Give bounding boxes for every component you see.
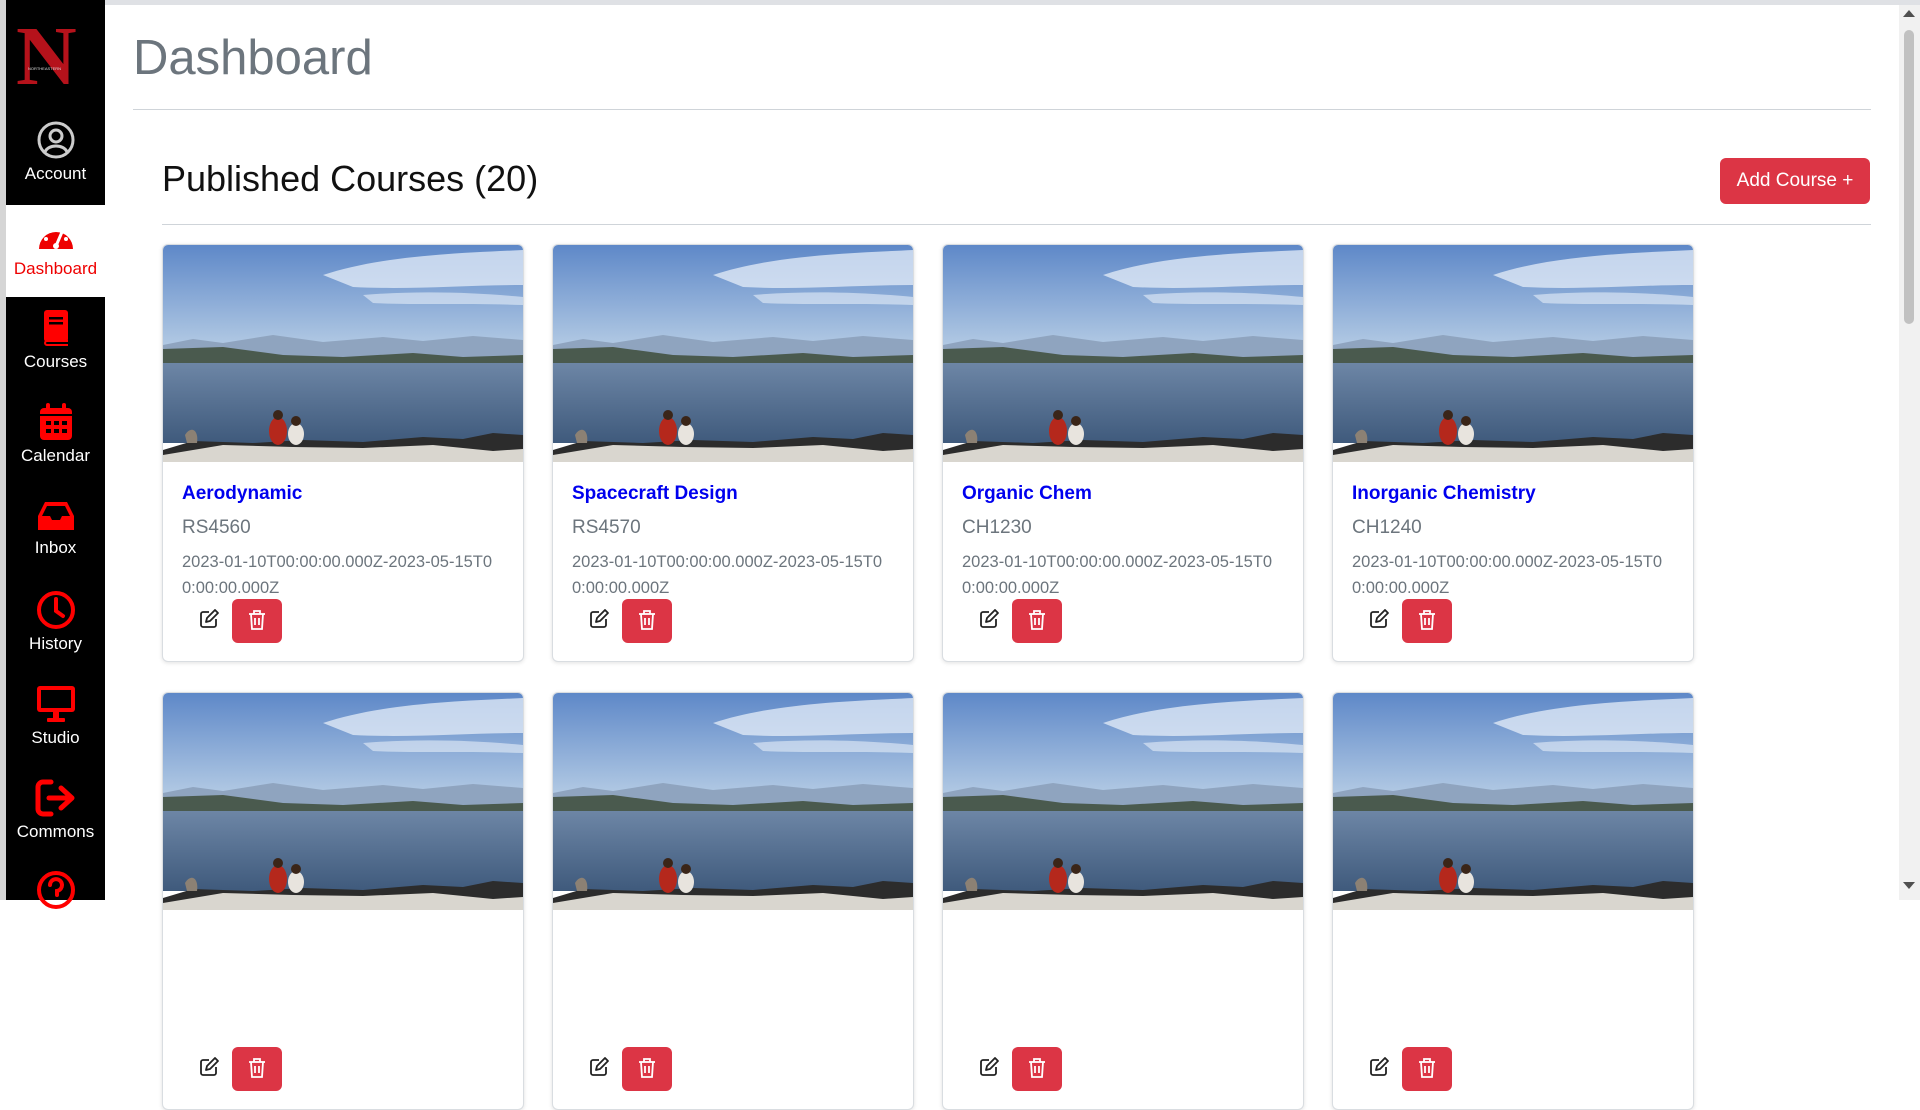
sidebar-item-history[interactable]: History bbox=[6, 590, 105, 654]
course-image bbox=[163, 245, 523, 462]
trash-icon bbox=[1029, 1057, 1045, 1078]
course-card[interactable] bbox=[162, 692, 524, 1110]
calendar-icon bbox=[39, 403, 72, 440]
svg-text:N: N bbox=[16, 20, 77, 90]
course-image bbox=[163, 693, 523, 910]
trash-icon bbox=[639, 1057, 655, 1078]
course-card[interactable] bbox=[942, 692, 1304, 1110]
pencil-edit-icon bbox=[1370, 608, 1389, 628]
inbox-tray-icon bbox=[37, 502, 74, 530]
pencil-edit-icon bbox=[200, 608, 219, 628]
course-image bbox=[943, 245, 1303, 462]
speedometer-icon bbox=[38, 229, 73, 249]
divider bbox=[162, 224, 1871, 225]
pencil-edit-icon bbox=[980, 1056, 999, 1076]
sidebar-item-inbox[interactable]: Inbox bbox=[6, 498, 105, 558]
course-dates: 2023-01-10T00:00:00.000Z-2023-05-15T00:0… bbox=[182, 553, 493, 597]
trash-icon bbox=[1029, 609, 1045, 630]
delete-course-button[interactable] bbox=[1402, 1047, 1452, 1091]
delete-course-button[interactable] bbox=[232, 1047, 282, 1091]
sidebar-item-label: History bbox=[29, 634, 82, 653]
sidebar-item-label: Courses bbox=[23, 352, 88, 371]
sidebar-item-courses[interactable]: Courses bbox=[6, 308, 105, 372]
edit-course-button[interactable] bbox=[969, 600, 1009, 640]
edit-course-button[interactable] bbox=[1359, 600, 1399, 640]
delete-course-button[interactable] bbox=[622, 599, 672, 643]
trash-icon bbox=[1419, 609, 1435, 630]
course-code: CH1240 bbox=[1352, 517, 1422, 538]
sidebar-item-label: Dashboard bbox=[13, 259, 98, 278]
course-image bbox=[553, 693, 913, 910]
course-title-link[interactable]: Inorganic Chemistry bbox=[1352, 483, 1536, 505]
clock-icon bbox=[36, 591, 75, 629]
sidebar-item-dashboard[interactable]: Dashboard bbox=[6, 205, 105, 297]
edit-course-button[interactable] bbox=[1359, 1048, 1399, 1088]
pencil-edit-icon bbox=[1370, 1056, 1389, 1076]
delete-course-button[interactable] bbox=[232, 599, 282, 643]
course-code: RS4570 bbox=[572, 517, 641, 538]
pencil-edit-icon bbox=[590, 608, 609, 628]
course-title-link[interactable]: Organic Chem bbox=[962, 483, 1092, 505]
course-code: RS4560 bbox=[182, 517, 251, 538]
pencil-edit-icon bbox=[590, 1056, 609, 1076]
sidebar-item-label: Commons bbox=[16, 822, 95, 841]
edit-course-button[interactable] bbox=[189, 1048, 229, 1088]
course-card[interactable]: Aerodynamic RS4560 2023-01-10T00:00:00.0… bbox=[162, 244, 524, 662]
course-card[interactable]: Organic Chem CH1230 2023-01-10T00:00:00.… bbox=[942, 244, 1304, 662]
window-top-strip bbox=[0, 0, 1920, 5]
trash-icon bbox=[249, 1057, 265, 1078]
sidebar-item-commons[interactable]: Commons bbox=[6, 778, 105, 842]
add-course-button[interactable]: Add Course + bbox=[1720, 158, 1870, 204]
delete-course-button[interactable] bbox=[1402, 599, 1452, 643]
user-circle-icon bbox=[37, 121, 74, 159]
divider bbox=[133, 109, 1871, 110]
section-title: Published Courses (20) bbox=[162, 158, 539, 199]
course-image bbox=[553, 245, 913, 462]
course-card[interactable] bbox=[1332, 692, 1694, 1110]
scrollbar-thumb[interactable] bbox=[1904, 30, 1914, 324]
monitor-icon bbox=[36, 686, 75, 722]
trash-icon bbox=[1419, 1057, 1435, 1078]
pencil-edit-icon bbox=[980, 608, 999, 628]
trash-icon bbox=[639, 609, 655, 630]
course-card[interactable]: Inorganic Chemistry CH1240 2023-01-10T00… bbox=[1332, 244, 1694, 662]
course-card[interactable]: Spacecraft Design RS4570 2023-01-10T00:0… bbox=[552, 244, 914, 662]
help-circle-icon[interactable] bbox=[36, 870, 76, 910]
edit-course-button[interactable] bbox=[189, 600, 229, 640]
course-card[interactable] bbox=[552, 692, 914, 1110]
sidebar-item-label: Account bbox=[24, 164, 87, 183]
course-title-link[interactable]: Spacecraft Design bbox=[572, 483, 738, 505]
edit-course-button[interactable] bbox=[579, 1048, 619, 1088]
sidebar-item-studio[interactable]: Studio bbox=[6, 684, 105, 748]
book-icon bbox=[43, 310, 68, 346]
trash-icon bbox=[249, 609, 265, 630]
course-title-link[interactable]: Aerodynamic bbox=[182, 483, 302, 505]
sidebar-item-label: Calendar bbox=[21, 446, 90, 465]
sidebar-item-label: Studio bbox=[31, 728, 80, 747]
course-dates: 2023-01-10T00:00:00.000Z-2023-05-15T00:0… bbox=[572, 553, 883, 597]
sign-out-arrow-icon bbox=[35, 779, 74, 817]
edit-course-button[interactable] bbox=[969, 1048, 1009, 1088]
course-dates: 2023-01-10T00:00:00.000Z-2023-05-15T00:0… bbox=[962, 553, 1273, 597]
course-image bbox=[1333, 245, 1693, 462]
course-image bbox=[1333, 693, 1693, 910]
sidebar-item-account[interactable]: Account bbox=[6, 120, 105, 184]
svg-text:NORTHEASTERN: NORTHEASTERN bbox=[28, 66, 61, 71]
delete-course-button[interactable] bbox=[1012, 599, 1062, 643]
sidebar-nav: N NORTHEASTERN Account Dashboard Courses bbox=[0, 0, 105, 909]
page-title: Dashboard bbox=[133, 31, 373, 85]
delete-course-button[interactable] bbox=[1012, 1047, 1062, 1091]
scroll-down-arrow-icon[interactable] bbox=[1903, 882, 1915, 889]
pencil-edit-icon bbox=[200, 1056, 219, 1076]
course-dates: 2023-01-10T00:00:00.000Z-2023-05-15T00:0… bbox=[1352, 553, 1663, 597]
sidebar-item-calendar[interactable]: Calendar bbox=[6, 402, 105, 466]
scroll-up-arrow-icon[interactable] bbox=[1903, 10, 1915, 17]
course-code: CH1230 bbox=[962, 517, 1032, 538]
delete-course-button[interactable] bbox=[622, 1047, 672, 1091]
edit-course-button[interactable] bbox=[579, 600, 619, 640]
university-n-logo-icon[interactable]: N NORTHEASTERN bbox=[14, 20, 94, 90]
course-image bbox=[943, 693, 1303, 910]
sidebar-item-label: Inbox bbox=[34, 538, 77, 557]
